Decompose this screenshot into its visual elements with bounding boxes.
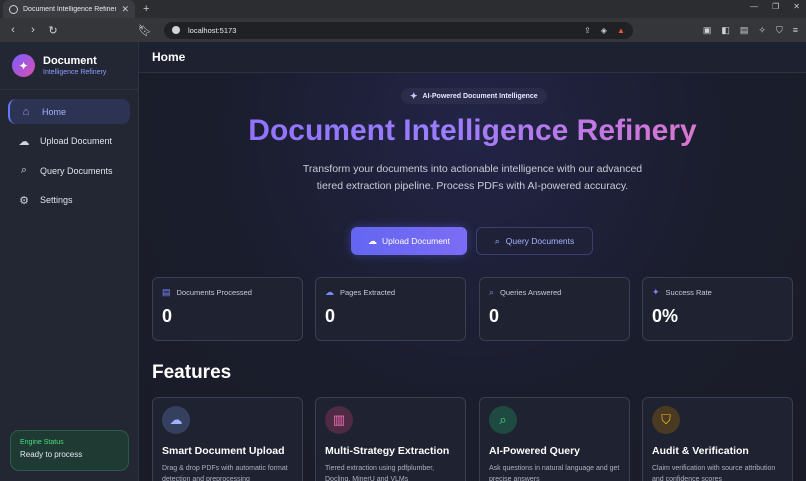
sidebar-item-label: Query Documents xyxy=(40,165,113,176)
query-documents-button-label: Query Documents xyxy=(505,236,575,246)
menu-icon[interactable]: ≡ xyxy=(793,25,798,36)
engine-status-value: Ready to process xyxy=(20,450,83,459)
feature-title: Audit & Verification xyxy=(652,445,749,457)
feature-card-smart-upload[interactable]: ☁ Smart Document Upload Drag & drop PDFs… xyxy=(152,397,303,481)
close-window-icon[interactable]: ✕ xyxy=(793,2,800,11)
window-controls: — ❐ ✕ xyxy=(750,2,800,11)
cloud-upload-icon: ☁ xyxy=(18,135,30,148)
shield-icon: ⛉ xyxy=(652,406,680,434)
stat-card-queries-answered: ⌕ Queries Answered 0 xyxy=(479,277,630,341)
feature-title: Smart Document Upload xyxy=(162,445,285,457)
feature-description: Claim verification with source attributi… xyxy=(652,465,776,481)
reader-icon[interactable]: ▣ xyxy=(703,25,712,36)
hero-subtitle: Transform your documents into actionable… xyxy=(302,163,643,192)
feature-title: Multi-Strategy Extraction xyxy=(325,445,450,457)
sidebar-item-label: Home xyxy=(42,106,67,117)
browser-tabstrip: Document Intelligence Refinery ✕ + — ❐ ✕ xyxy=(0,0,806,18)
sidebar-item-upload-document[interactable]: ☁ Upload Document xyxy=(8,129,130,154)
stat-card-documents-processed: ▤ Documents Processed 0 xyxy=(152,277,303,341)
gear-icon: ⚙ xyxy=(19,194,29,207)
sidebar-item-label: Upload Document xyxy=(40,136,113,146)
feature-title: AI-Powered Query xyxy=(489,445,581,457)
sidebar-toggle-icon[interactable]: ◧ xyxy=(721,25,730,36)
engine-status-card: Engine Status Ready to process xyxy=(10,430,129,471)
stat-label: Pages Extracted xyxy=(340,288,396,297)
brand-subtitle: Intelligence Refinery xyxy=(43,69,107,76)
upload-document-button[interactable]: ☁ Upload Document xyxy=(351,227,467,255)
hero-badge-label: AI-Powered Document Intelligence xyxy=(422,92,538,100)
stat-label: Documents Processed xyxy=(176,288,252,297)
cloud-upload-icon: ☁ xyxy=(162,406,190,434)
sidebar-item-label: Settings xyxy=(40,195,73,205)
page-title: Home xyxy=(139,42,806,73)
close-icon[interactable]: ✕ xyxy=(121,4,129,15)
wallet-icon[interactable]: ▤ xyxy=(740,25,749,36)
sidebar-item-query-documents[interactable]: ⌕ Query Documents xyxy=(8,158,130,183)
sparkle-icon: ✦ xyxy=(410,90,418,101)
browser-tab[interactable]: Document Intelligence Refinery ✕ xyxy=(3,0,135,18)
hero-title: Document Intelligence Refinery xyxy=(139,114,806,148)
hero-badge: ✦ AI-Powered Document Intelligence xyxy=(401,88,547,104)
upload-document-button-label: Upload Document xyxy=(381,236,451,246)
feature-card-ai-query[interactable]: ⌕ AI-Powered Query Ask questions in natu… xyxy=(479,397,630,481)
chart-icon: ▥ xyxy=(325,406,353,434)
brand-title: Document xyxy=(43,55,97,67)
new-tab-icon[interactable]: + xyxy=(143,3,149,15)
sparkle-icon: ✦ xyxy=(652,287,660,297)
stat-card-pages-extracted: ☁ Pages Extracted 0 xyxy=(315,277,466,341)
feature-description: Drag & drop PDFs with automatic format d… xyxy=(162,465,288,481)
sidebar-nav: ⌂ Home ☁ Upload Document ⌕ Query Documen… xyxy=(0,90,138,213)
bookmark-icon[interactable]: 🔖︎ xyxy=(138,24,152,37)
url-text[interactable]: localhost:5173 xyxy=(188,26,576,35)
site-info-icon[interactable] xyxy=(172,26,180,34)
address-bar[interactable]: localhost:5173 ⇪ ◈ ▲ xyxy=(164,21,633,39)
sidebar-item-home[interactable]: ⌂ Home xyxy=(8,99,130,124)
feature-card-multi-strategy[interactable]: ▥ Multi-Strategy Extraction Tiered extra… xyxy=(315,397,466,481)
sparkle-logo-icon: ✦ xyxy=(12,54,35,77)
search-icon: ⌕ xyxy=(20,164,28,176)
search-icon: ⌕ xyxy=(494,235,500,246)
search-icon: ⌕ xyxy=(489,287,495,297)
stat-value: 0 xyxy=(325,306,336,326)
brand: ✦ Document Intelligence Refinery xyxy=(0,42,138,90)
cloud-icon: ☁ xyxy=(325,287,334,297)
ai-icon[interactable]: ✧ xyxy=(758,25,766,36)
brave-rewards-icon[interactable]: ▲ xyxy=(617,26,625,35)
back-icon[interactable]: ‹ xyxy=(8,24,18,36)
document-icon: ▤ xyxy=(162,287,171,297)
search-icon: ⌕ xyxy=(489,406,517,434)
stat-card-success-rate: ✦ Success Rate 0% xyxy=(642,277,793,341)
stat-value: 0 xyxy=(489,306,500,326)
sidebar-item-settings[interactable]: ⚙ Settings xyxy=(8,188,130,213)
stat-value: 0% xyxy=(652,306,679,326)
browser-toolbar: ‹ › ↻ 🔖︎ localhost:5173 ⇪ ◈ ▲ ▣ ◧ ▤ ✧ ⛉ … xyxy=(0,18,806,42)
minimize-icon[interactable]: — xyxy=(750,2,758,11)
forward-icon[interactable]: › xyxy=(28,24,38,36)
reload-icon[interactable]: ↻ xyxy=(48,24,58,37)
sidebar: ✦ Document Intelligence Refinery ⌂ Home … xyxy=(0,42,139,481)
main-content: Home ✦ AI-Powered Document Intelligence … xyxy=(139,42,806,481)
globe-icon xyxy=(9,4,18,14)
feature-card-audit[interactable]: ⛉ Audit & Verification Claim verificatio… xyxy=(642,397,793,481)
engine-status-title: Engine Status xyxy=(20,439,64,446)
vpn-icon[interactable]: ⛉ xyxy=(776,25,783,36)
maximize-icon[interactable]: ❐ xyxy=(772,2,779,11)
share-icon[interactable]: ⇪ xyxy=(584,26,591,35)
home-icon: ⌂ xyxy=(22,105,30,118)
stat-label: Success Rate xyxy=(665,288,712,297)
stat-label: Queries Answered xyxy=(500,288,562,297)
query-documents-button[interactable]: ⌕ Query Documents xyxy=(476,227,593,255)
brave-shield-icon[interactable]: ◈ xyxy=(601,26,607,35)
stat-value: 0 xyxy=(162,306,173,326)
cloud-upload-icon: ☁ xyxy=(367,235,377,246)
feature-description: Ask questions in natural language and ge… xyxy=(489,465,620,481)
features-heading: Features xyxy=(152,362,232,383)
feature-description: Tiered extraction using pdfplumber, Docl… xyxy=(325,465,435,481)
tab-title: Document Intelligence Refinery xyxy=(23,5,117,13)
